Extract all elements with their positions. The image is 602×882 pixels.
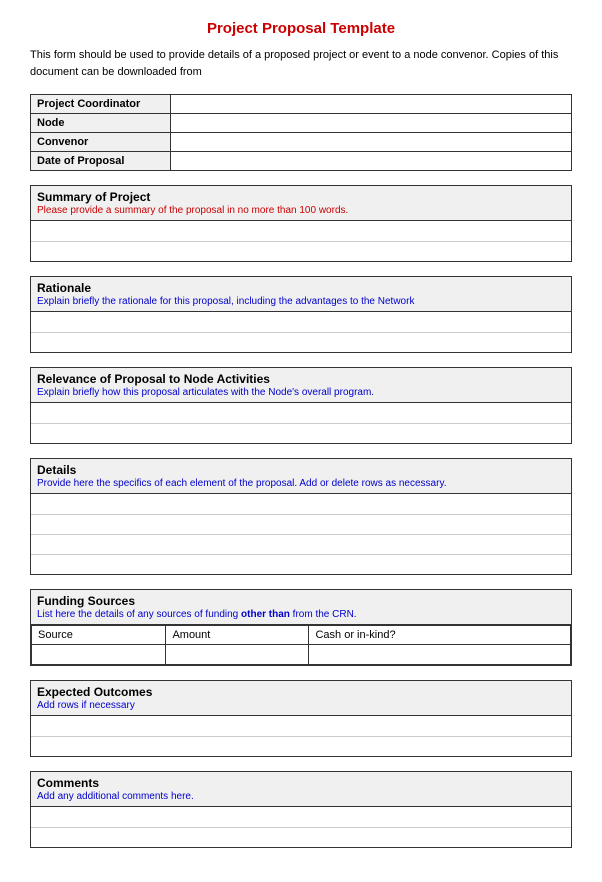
table-row: Project Coordinator bbox=[31, 95, 572, 114]
details-section: Details Provide here the specifics of ea… bbox=[30, 458, 572, 575]
comments-title: Comments bbox=[37, 776, 565, 790]
field-value[interactable] bbox=[171, 152, 572, 171]
relevance-subtitle: Explain briefly how this proposal articu… bbox=[37, 387, 565, 398]
rationale-title: Rationale bbox=[37, 281, 565, 295]
summary-header: Summary of Project Please provide a summ… bbox=[31, 186, 571, 221]
funding-amount-1[interactable] bbox=[166, 645, 309, 665]
details-row-1[interactable] bbox=[31, 494, 571, 514]
funding-header: Funding Sources List here the details of… bbox=[31, 590, 571, 625]
details-title: Details bbox=[37, 463, 565, 477]
relevance-section: Relevance of Proposal to Node Activities… bbox=[30, 367, 572, 444]
field-value[interactable] bbox=[171, 114, 572, 133]
comments-row-1[interactable] bbox=[31, 807, 571, 827]
details-subtitle: Provide here the specifics of each eleme… bbox=[37, 478, 565, 489]
field-value[interactable] bbox=[171, 95, 572, 114]
intro-text: This form should be used to provide deta… bbox=[30, 47, 572, 80]
details-row-3[interactable] bbox=[31, 534, 571, 554]
rationale-section: Rationale Explain briefly the rationale … bbox=[30, 276, 572, 353]
comments-subtitle: Add any additional comments here. bbox=[37, 791, 565, 802]
outcomes-subtitle: Add rows if necessary bbox=[37, 700, 565, 711]
outcomes-section: Expected Outcomes Add rows if necessary bbox=[30, 680, 572, 757]
details-header: Details Provide here the specifics of ea… bbox=[31, 459, 571, 494]
relevance-title: Relevance of Proposal to Node Activities bbox=[37, 372, 565, 386]
outcomes-title: Expected Outcomes bbox=[37, 685, 565, 699]
details-row-2[interactable] bbox=[31, 514, 571, 534]
table-row: Node bbox=[31, 114, 572, 133]
info-section: Project Coordinator Node Convenor Date o… bbox=[30, 94, 572, 171]
details-row-4[interactable] bbox=[31, 554, 571, 574]
field-label: Convenor bbox=[31, 133, 171, 152]
rationale-header: Rationale Explain briefly the rationale … bbox=[31, 277, 571, 312]
field-value[interactable] bbox=[171, 133, 572, 152]
field-label: Node bbox=[31, 114, 171, 133]
funding-bold-text: other than bbox=[241, 609, 290, 620]
summary-row-2[interactable] bbox=[31, 241, 571, 261]
funding-cash-1[interactable] bbox=[309, 645, 571, 665]
page-title: Project Proposal Template bbox=[30, 20, 572, 37]
col-cash: Cash or in-kind? bbox=[309, 626, 571, 645]
funding-subtitle: List here the details of any sources of … bbox=[37, 609, 565, 620]
funding-source-1[interactable] bbox=[32, 645, 166, 665]
table-row: Date of Proposal bbox=[31, 152, 572, 171]
rationale-row-2[interactable] bbox=[31, 332, 571, 352]
summary-subtitle: Please provide a summary of the proposal… bbox=[37, 205, 565, 216]
summary-row-1[interactable] bbox=[31, 221, 571, 241]
comments-section: Comments Add any additional comments her… bbox=[30, 771, 572, 848]
table-row: Convenor bbox=[31, 133, 572, 152]
summary-title: Summary of Project bbox=[37, 190, 565, 204]
rationale-row-1[interactable] bbox=[31, 312, 571, 332]
funding-table: Source Amount Cash or in-kind? bbox=[31, 625, 571, 665]
relevance-row-2[interactable] bbox=[31, 423, 571, 443]
outcomes-row-2[interactable] bbox=[31, 736, 571, 756]
outcomes-row-1[interactable] bbox=[31, 716, 571, 736]
rationale-subtitle: Explain briefly the rationale for this p… bbox=[37, 296, 565, 307]
info-table: Project Coordinator Node Convenor Date o… bbox=[30, 94, 572, 171]
funding-data-row-1[interactable] bbox=[32, 645, 571, 665]
summary-section: Summary of Project Please provide a summ… bbox=[30, 185, 572, 262]
funding-section: Funding Sources List here the details of… bbox=[30, 589, 572, 666]
field-label: Project Coordinator bbox=[31, 95, 171, 114]
relevance-header: Relevance of Proposal to Node Activities… bbox=[31, 368, 571, 403]
relevance-row-1[interactable] bbox=[31, 403, 571, 423]
comments-header: Comments Add any additional comments her… bbox=[31, 772, 571, 807]
field-label: Date of Proposal bbox=[31, 152, 171, 171]
funding-col-headers: Source Amount Cash or in-kind? bbox=[32, 626, 571, 645]
col-amount: Amount bbox=[166, 626, 309, 645]
outcomes-header: Expected Outcomes Add rows if necessary bbox=[31, 681, 571, 716]
comments-row-2[interactable] bbox=[31, 827, 571, 847]
funding-title: Funding Sources bbox=[37, 594, 565, 608]
col-source: Source bbox=[32, 626, 166, 645]
